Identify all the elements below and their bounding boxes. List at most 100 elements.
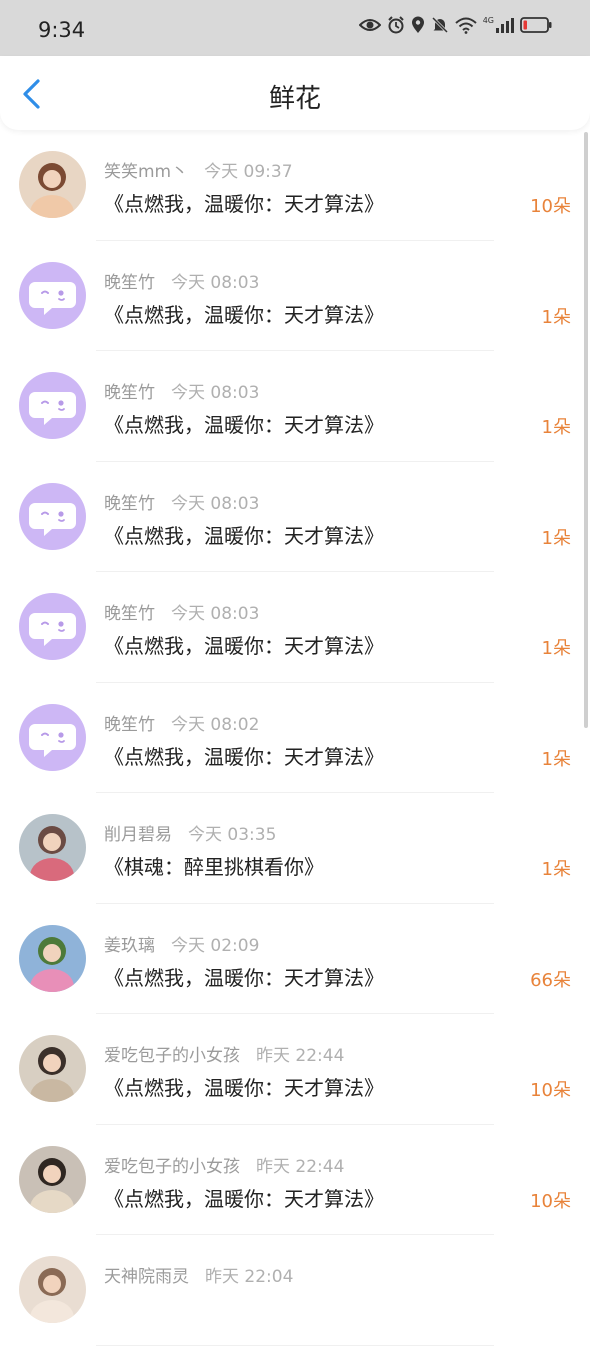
send-time: 今天 08:03 [171,272,260,293]
sender-name: 爱吃包子的小女孩 [104,1046,240,1066]
status-icons: 4G [358,16,552,34]
user-photo-icon [19,924,86,992]
flower-count: 1朵 [541,306,571,328]
flower-count: 1朵 [541,417,571,438]
avatar[interactable] [19,151,86,218]
chat-bubble-icon [29,613,76,646]
user-photo-icon [19,1256,86,1323]
book-title: 《棋魂：醉里挑棋看你》 [104,855,324,879]
send-time: 昨天 22:44 [256,1156,345,1177]
list-item[interactable]: 姜玖璃 今天 02:09 《点燃我，温暖你：天才算法》 66朵 [0,904,590,1014]
list-item[interactable]: 爱吃包子的小女孩 昨天 22:44 《点燃我，温暖你：天才算法》 10朵 [0,1125,590,1235]
chat-bubble-icon [29,502,76,536]
list-item[interactable]: 天神院雨灵 昨天 22:04 [0,1235,590,1346]
sender-name: 姜玖璃 [104,935,155,956]
status-time: 9:34 [38,18,86,42]
send-time: 昨天 22:04 [205,1267,294,1287]
sender-line: 削月碧易 今天 03:35 [104,820,276,845]
alarm-icon [387,16,404,34]
send-time: 今天 08:03 [171,383,260,403]
sender-name: 晚笙竹 [104,383,155,403]
chat-bubble-icon [29,281,76,315]
avatar[interactable] [19,924,86,992]
avatar[interactable] [19,1035,86,1102]
user-photo-icon [19,814,86,881]
send-time: 今天 09:37 [204,162,293,182]
sender-line: 爱吃包子的小女孩 昨天 22:44 [104,1152,344,1177]
user-photo-icon [19,1035,86,1102]
avatar[interactable] [19,593,86,660]
send-time: 今天 08:03 [171,604,260,624]
sender-name: 削月碧易 [104,825,172,845]
book-title: 《点燃我，温暖你：天才算法》 [104,965,384,990]
send-time: 今天 02:09 [171,935,260,956]
wifi-icon [455,17,477,34]
book-title: 《点燃我，温暖你：天才算法》 [104,634,384,658]
avatar[interactable] [19,1256,86,1323]
user-photo-icon [19,151,86,218]
chat-bubble-icon [29,392,76,425]
sender-name: 晚笙竹 [104,493,155,514]
book-title: 《点燃我，温暖你：天才算法》 [104,744,384,769]
send-time: 今天 08:03 [171,493,260,514]
nav-bar: 鲜花 [0,56,590,130]
list-item[interactable]: 晚笙竹 今天 08:03 《点燃我，温暖你：天才算法》 1朵 [0,351,590,462]
avatar[interactable] [19,1145,86,1213]
sender-line: 晚笙竹 今天 08:03 [104,378,259,403]
sender-line: 爱吃包子的小女孩 昨天 22:44 [104,1041,344,1066]
mute-bell-icon [431,16,448,34]
network-type: 4G [482,16,494,25]
signal-icon [496,18,514,33]
divider [96,1344,494,1346]
flower-count: 10朵 [530,1190,571,1212]
list-item[interactable]: 削月碧易 今天 03:35 《棋魂：醉里挑棋看你》 1朵 [0,793,590,904]
list-item[interactable]: 笑笑mm丶 今天 09:37 《点燃我，温暖你：天才算法》 10朵 [0,130,590,241]
flower-count: 1朵 [541,638,571,659]
send-time: 今天 08:02 [171,714,260,735]
sender-name: 晚笙竹 [104,604,155,624]
sender-line: 天神院雨灵 昨天 22:04 [104,1262,293,1287]
list-item[interactable]: 晚笙竹 今天 08:02 《点燃我，温暖你：天才算法》 1朵 [0,683,590,793]
avatar[interactable] [19,703,86,771]
status-bar: 9:34 4G [0,0,590,56]
eye-icon [358,19,381,31]
sender-name: 晚笙竹 [104,272,155,293]
book-title: 《点燃我，温暖你：天才算法》 [104,1186,384,1211]
book-title: 《点燃我，温暖你：天才算法》 [104,523,384,548]
sender-line: 姜玖璃 今天 02:09 [104,931,259,956]
flower-list: 笑笑mm丶 今天 09:37 《点燃我，温暖你：天才算法》 10朵 晚笙竹 今天 0… [0,130,590,1346]
sender-line: 晚笙竹 今天 08:03 [104,599,259,624]
battery-icon [520,17,552,33]
flower-count: 1朵 [541,859,571,880]
book-title: 《点燃我，温暖你：天才算法》 [104,192,384,216]
flower-count: 66朵 [530,969,571,991]
flower-count: 1朵 [541,527,571,549]
sender-line: 晚笙竹 今天 08:02 [104,710,259,735]
sender-line: 笑笑mm丶 今天 09:37 [104,157,293,182]
avatar[interactable] [19,372,86,439]
avatar[interactable] [19,261,86,329]
list-item[interactable]: 晚笙竹 今天 08:03 《点燃我，温暖你：天才算法》 1朵 [0,241,590,351]
sender-name: 天神院雨灵 [104,1267,189,1287]
book-title: 《点燃我，温暖你：天才算法》 [104,1076,384,1100]
book-title: 《点燃我，温暖你：天才算法》 [104,413,384,437]
sender-line: 晚笙竹 今天 08:03 [104,489,259,514]
sender-line: 晚笙竹 今天 08:03 [104,268,259,293]
user-photo-icon [19,1145,86,1213]
avatar[interactable] [19,814,86,881]
list-item[interactable]: 爱吃包子的小女孩 昨天 22:44 《点燃我，温暖你：天才算法》 10朵 [0,1014,590,1125]
send-time: 昨天 22:44 [256,1046,345,1066]
avatar[interactable] [19,482,86,550]
scrollbar[interactable] [584,132,588,728]
sender-name: 爱吃包子的小女孩 [104,1156,240,1177]
flower-count: 1朵 [541,748,571,770]
location-icon [411,16,424,33]
flower-count: 10朵 [530,1080,571,1101]
flower-count: 10朵 [530,196,571,217]
page-title: 鲜花 [268,84,321,114]
list-item[interactable]: 晚笙竹 今天 08:03 《点燃我，温暖你：天才算法》 1朵 [0,462,590,572]
sender-name: 晚笙竹 [104,714,155,735]
send-time: 今天 03:35 [188,825,277,845]
list-item[interactable]: 晚笙竹 今天 08:03 《点燃我，温暖你：天才算法》 1朵 [0,572,590,683]
sender-name: 笑笑mm丶 [104,162,189,182]
